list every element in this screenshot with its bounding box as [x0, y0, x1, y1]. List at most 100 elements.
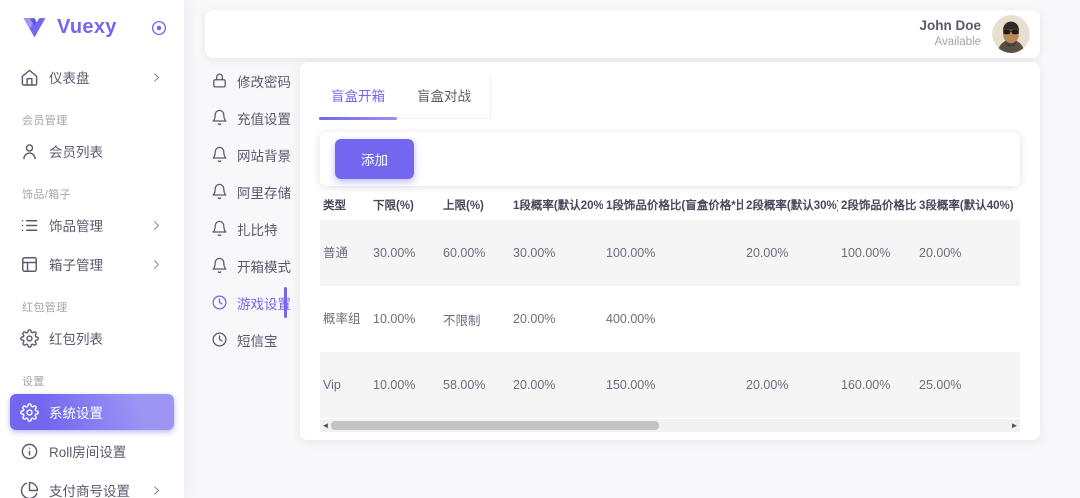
- table-header-cell: 2段饰品价格比: [838, 190, 916, 220]
- settings-menu-item[interactable]: 网站背景: [184, 136, 300, 173]
- header-card: John Doe Available: [205, 10, 1040, 58]
- table-cell: 25.00%: [916, 352, 1020, 418]
- gear-icon: [20, 403, 39, 422]
- table-header-cell: 2段概率(默认30%): [743, 190, 838, 220]
- settings-menu-item[interactable]: 阿里存储: [184, 173, 300, 210]
- table-cell: 20.00%: [510, 286, 603, 352]
- table-cell: 概率组: [320, 286, 370, 352]
- table-header-row: 类型下限(%)上限(%)1段概率(默认20%)1段饰品价格比(盲盒价格*比例)2…: [320, 190, 1020, 220]
- settings-menu-item[interactable]: 充值设置: [184, 99, 300, 136]
- sidebar-section-label: 会员管理: [22, 112, 168, 128]
- table-row: 普通30.00%60.00%30.00%100.00%20.00%100.00%…: [320, 220, 1020, 286]
- table-cell: 10.00%: [370, 352, 440, 418]
- settings-menu-item-label: 修改密码: [237, 71, 291, 91]
- toolbar-card: 添加: [320, 132, 1020, 186]
- sidebar-item-label: Roll房间设置: [49, 441, 126, 461]
- sidebar: Vuexy 仪表盘会员管理会员列表饰品/箱子饰品管理箱子管理红包管理红包列表设置…: [0, 0, 184, 498]
- bell-icon: [211, 146, 228, 163]
- settings-menu-item-label: 阿里存储: [237, 182, 291, 202]
- sidebar-item[interactable]: 仪表盘: [10, 59, 174, 95]
- table-cell: [743, 286, 838, 352]
- chevron-right-icon: [149, 483, 164, 498]
- user-info: John Doe Available: [919, 18, 981, 49]
- table-cell: 30.00%: [370, 220, 440, 286]
- settings-menu-item[interactable]: 游戏设置: [184, 284, 300, 321]
- settings-menu-item-label: 游戏设置: [237, 293, 291, 313]
- add-button[interactable]: 添加: [335, 139, 414, 179]
- settings-menu-item-label: 扎比特: [237, 219, 278, 239]
- table-cell: 58.00%: [440, 352, 510, 418]
- sidebar-section-label: 设置: [22, 373, 168, 389]
- table-header-cell: 下限(%): [370, 190, 440, 220]
- sidebar-item[interactable]: 支付商号设置: [10, 472, 174, 498]
- home-icon: [20, 68, 39, 87]
- table-cell: 400.00%: [603, 286, 743, 352]
- info-icon: [20, 442, 39, 461]
- h-scrollbar[interactable]: ◄ ►: [320, 419, 1020, 432]
- settings-menu-item[interactable]: 修改密码: [184, 62, 300, 99]
- table-cell: 不限制: [440, 286, 510, 352]
- table-row: Vip10.00%58.00%20.00%150.00%20.00%160.00…: [320, 352, 1020, 418]
- menu-pin-icon[interactable]: [150, 19, 168, 37]
- table-cell: [838, 286, 916, 352]
- sidebar-item-label: 支付商号设置: [49, 480, 130, 498]
- tab-0[interactable]: 盲盒开箱: [318, 75, 398, 118]
- sidebar-item[interactable]: 红包列表: [10, 320, 174, 356]
- avatar[interactable]: [992, 15, 1030, 53]
- clock-icon: [211, 294, 228, 311]
- scroll-right-arrow[interactable]: ►: [1009, 419, 1020, 432]
- main-card: 盲盒开箱盲盒对战 添加 类型下限(%)上限(%)1段概率(默认20%)1段饰品价…: [300, 62, 1040, 440]
- settings-menu-item-label: 开箱模式: [237, 256, 291, 276]
- table-cell: 10.00%: [370, 286, 440, 352]
- app-root: Vuexy 仪表盘会员管理会员列表饰品/箱子饰品管理箱子管理红包管理红包列表设置…: [0, 0, 1080, 498]
- sidebar-item[interactable]: Roll房间设置: [10, 433, 174, 469]
- table-head: 类型下限(%)上限(%)1段概率(默认20%)1段饰品价格比(盲盒价格*比例)2…: [320, 190, 1020, 220]
- settings-menu-item[interactable]: 开箱模式: [184, 247, 300, 284]
- box-icon: [20, 255, 39, 274]
- chevron-right-icon: [149, 257, 164, 272]
- bell-icon: [211, 109, 228, 126]
- sidebar-item-label: 饰品管理: [49, 215, 103, 235]
- sidebar-item[interactable]: 箱子管理: [10, 246, 174, 282]
- table-cell: [916, 286, 1020, 352]
- sidebar-item[interactable]: 饰品管理: [10, 207, 174, 243]
- table-header-cell: 上限(%): [440, 190, 510, 220]
- settings-menu-item[interactable]: 短信宝: [184, 321, 300, 358]
- sidebar-item-label: 箱子管理: [49, 254, 103, 274]
- settings-table: 类型下限(%)上限(%)1段概率(默认20%)1段饰品价格比(盲盒价格*比例)2…: [320, 190, 1020, 418]
- sidebar-section-label: 红包管理: [22, 299, 168, 315]
- pie-icon: [20, 481, 39, 498]
- settings-menu-item-label: 网站背景: [237, 145, 291, 165]
- clock-icon: [211, 331, 228, 348]
- table-cell: 100.00%: [603, 220, 743, 286]
- table-header-cell: 类型: [320, 190, 370, 220]
- user-name: John Doe: [919, 18, 981, 35]
- settings-menu-item[interactable]: 扎比特: [184, 210, 300, 247]
- tab-1[interactable]: 盲盒对战: [404, 75, 484, 118]
- table-cell: 普通: [320, 220, 370, 286]
- tab-list: 盲盒开箱盲盒对战: [318, 75, 491, 119]
- sidebar-item-label: 会员列表: [49, 141, 103, 161]
- bell-icon: [211, 183, 228, 200]
- table-header-cell: 1段概率(默认20%): [510, 190, 603, 220]
- user-icon: [20, 142, 39, 161]
- list-icon: [20, 216, 39, 235]
- table-cell: 20.00%: [743, 220, 838, 286]
- user-status: Available: [919, 35, 981, 49]
- sidebar-item[interactable]: 系统设置: [10, 394, 174, 430]
- table-cell: 30.00%: [510, 220, 603, 286]
- table-cell: Vip: [320, 352, 370, 418]
- sidebar-item[interactable]: 会员列表: [10, 133, 174, 169]
- brand-name: Vuexy: [57, 16, 150, 39]
- table-body: 普通30.00%60.00%30.00%100.00%20.00%100.00%…: [320, 220, 1020, 418]
- vuexy-logo-icon: [22, 15, 47, 40]
- sidebar-item-label: 系统设置: [49, 402, 103, 422]
- table-header-cell: 1段饰品价格比(盲盒价格*比例): [603, 190, 743, 220]
- bell-icon: [211, 220, 228, 237]
- table-cell: 160.00%: [838, 352, 916, 418]
- active-indicator: [284, 287, 287, 318]
- settings-menu: 修改密码充值设置网站背景阿里存储扎比特开箱模式游戏设置短信宝: [184, 62, 300, 358]
- scroll-left-arrow[interactable]: ◄: [320, 419, 331, 432]
- scrollbar-thumb[interactable]: [331, 421, 659, 430]
- sidebar-item-label: 红包列表: [49, 328, 103, 348]
